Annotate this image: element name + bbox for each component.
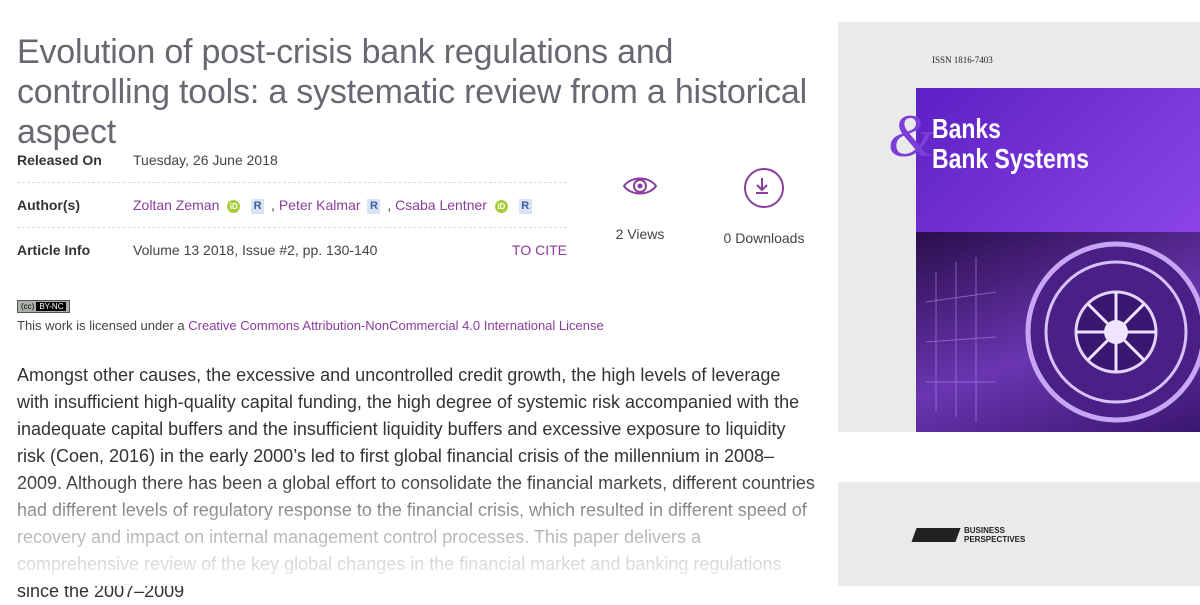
authors-label: Author(s) [17, 197, 80, 213]
researchgate-icon[interactable]: R [367, 198, 381, 214]
abstract-fade-overlay [0, 475, 830, 586]
views-count: 2 Views [615, 226, 665, 242]
author-link[interactable]: Zoltan Zeman [133, 197, 219, 213]
license-notice: This work is licensed under a Creative C… [17, 318, 604, 333]
cc-badge-text: BY-NC [36, 302, 67, 311]
info-value: Volume 13 2018, Issue #2, pp. 130-140 [133, 242, 378, 258]
cc-license-badge[interactable]: (cc) BY-NC [17, 296, 71, 314]
meta-row-info: Article Info Volume 13 2018, Issue #2, p… [17, 228, 567, 272]
meta-row-authors: Author(s) Zoltan Zeman iD R , Peter Kalm… [17, 183, 567, 228]
released-value: Tuesday, 26 June 2018 [133, 152, 278, 168]
info-label: Article Info [17, 242, 91, 258]
license-link[interactable]: Creative Commons Attribution-NonCommerci… [188, 318, 603, 333]
cc-badge-symbol: (cc) [21, 302, 35, 311]
to-cite-link[interactable]: TO CITE [512, 242, 567, 258]
orcid-icon[interactable]: iD [227, 199, 241, 213]
cc-badge: (cc) BY-NC [17, 300, 71, 313]
eye-icon [622, 168, 658, 204]
publisher-name-line2: PERSPECTIVES [964, 535, 1026, 544]
author-link[interactable]: Csaba Lentner [395, 197, 487, 213]
cover-issn: ISSN 1816-7403 [932, 55, 993, 65]
cover-vault-image [916, 232, 1200, 432]
cover-title: Banks Bank Systems [932, 114, 1089, 174]
author-separator: , [387, 197, 392, 213]
license-prefix: This work is licensed under a [17, 318, 189, 333]
authors-list: Zoltan Zeman iD R , Peter Kalmar R , Csa… [133, 197, 535, 214]
researchgate-icon[interactable]: R [251, 198, 265, 214]
cover-ampersand: & [888, 103, 935, 169]
publisher-logo: BUSINESS PERSPECTIVES [911, 526, 1026, 544]
download-icon[interactable] [744, 168, 784, 208]
author-link[interactable]: Peter Kalmar [279, 197, 361, 213]
publisher-logo-mark [911, 528, 961, 542]
article-title: Evolution of post-crisis bank regulation… [17, 33, 807, 151]
journal-cover: ISSN 1816-7403 & Banks Bank Systems BUSI… [838, 22, 1200, 586]
cover-title-line1: Banks [932, 113, 1001, 144]
cover-title-line2: Bank Systems [932, 143, 1089, 174]
downloads-stat: 0 Downloads [714, 168, 814, 246]
publisher-name-line1: BUSINESS [964, 526, 1005, 535]
meta-row-released: Released On Tuesday, 26 June 2018 [17, 138, 567, 183]
released-label: Released On [17, 152, 102, 168]
researchgate-icon[interactable]: R [518, 198, 532, 214]
orcid-icon[interactable]: iD [494, 199, 508, 213]
author-separator: , [271, 197, 275, 213]
downloads-count: 0 Downloads [723, 230, 805, 246]
cover-separator [838, 432, 1200, 482]
views-stat: 2 Views [600, 168, 680, 242]
